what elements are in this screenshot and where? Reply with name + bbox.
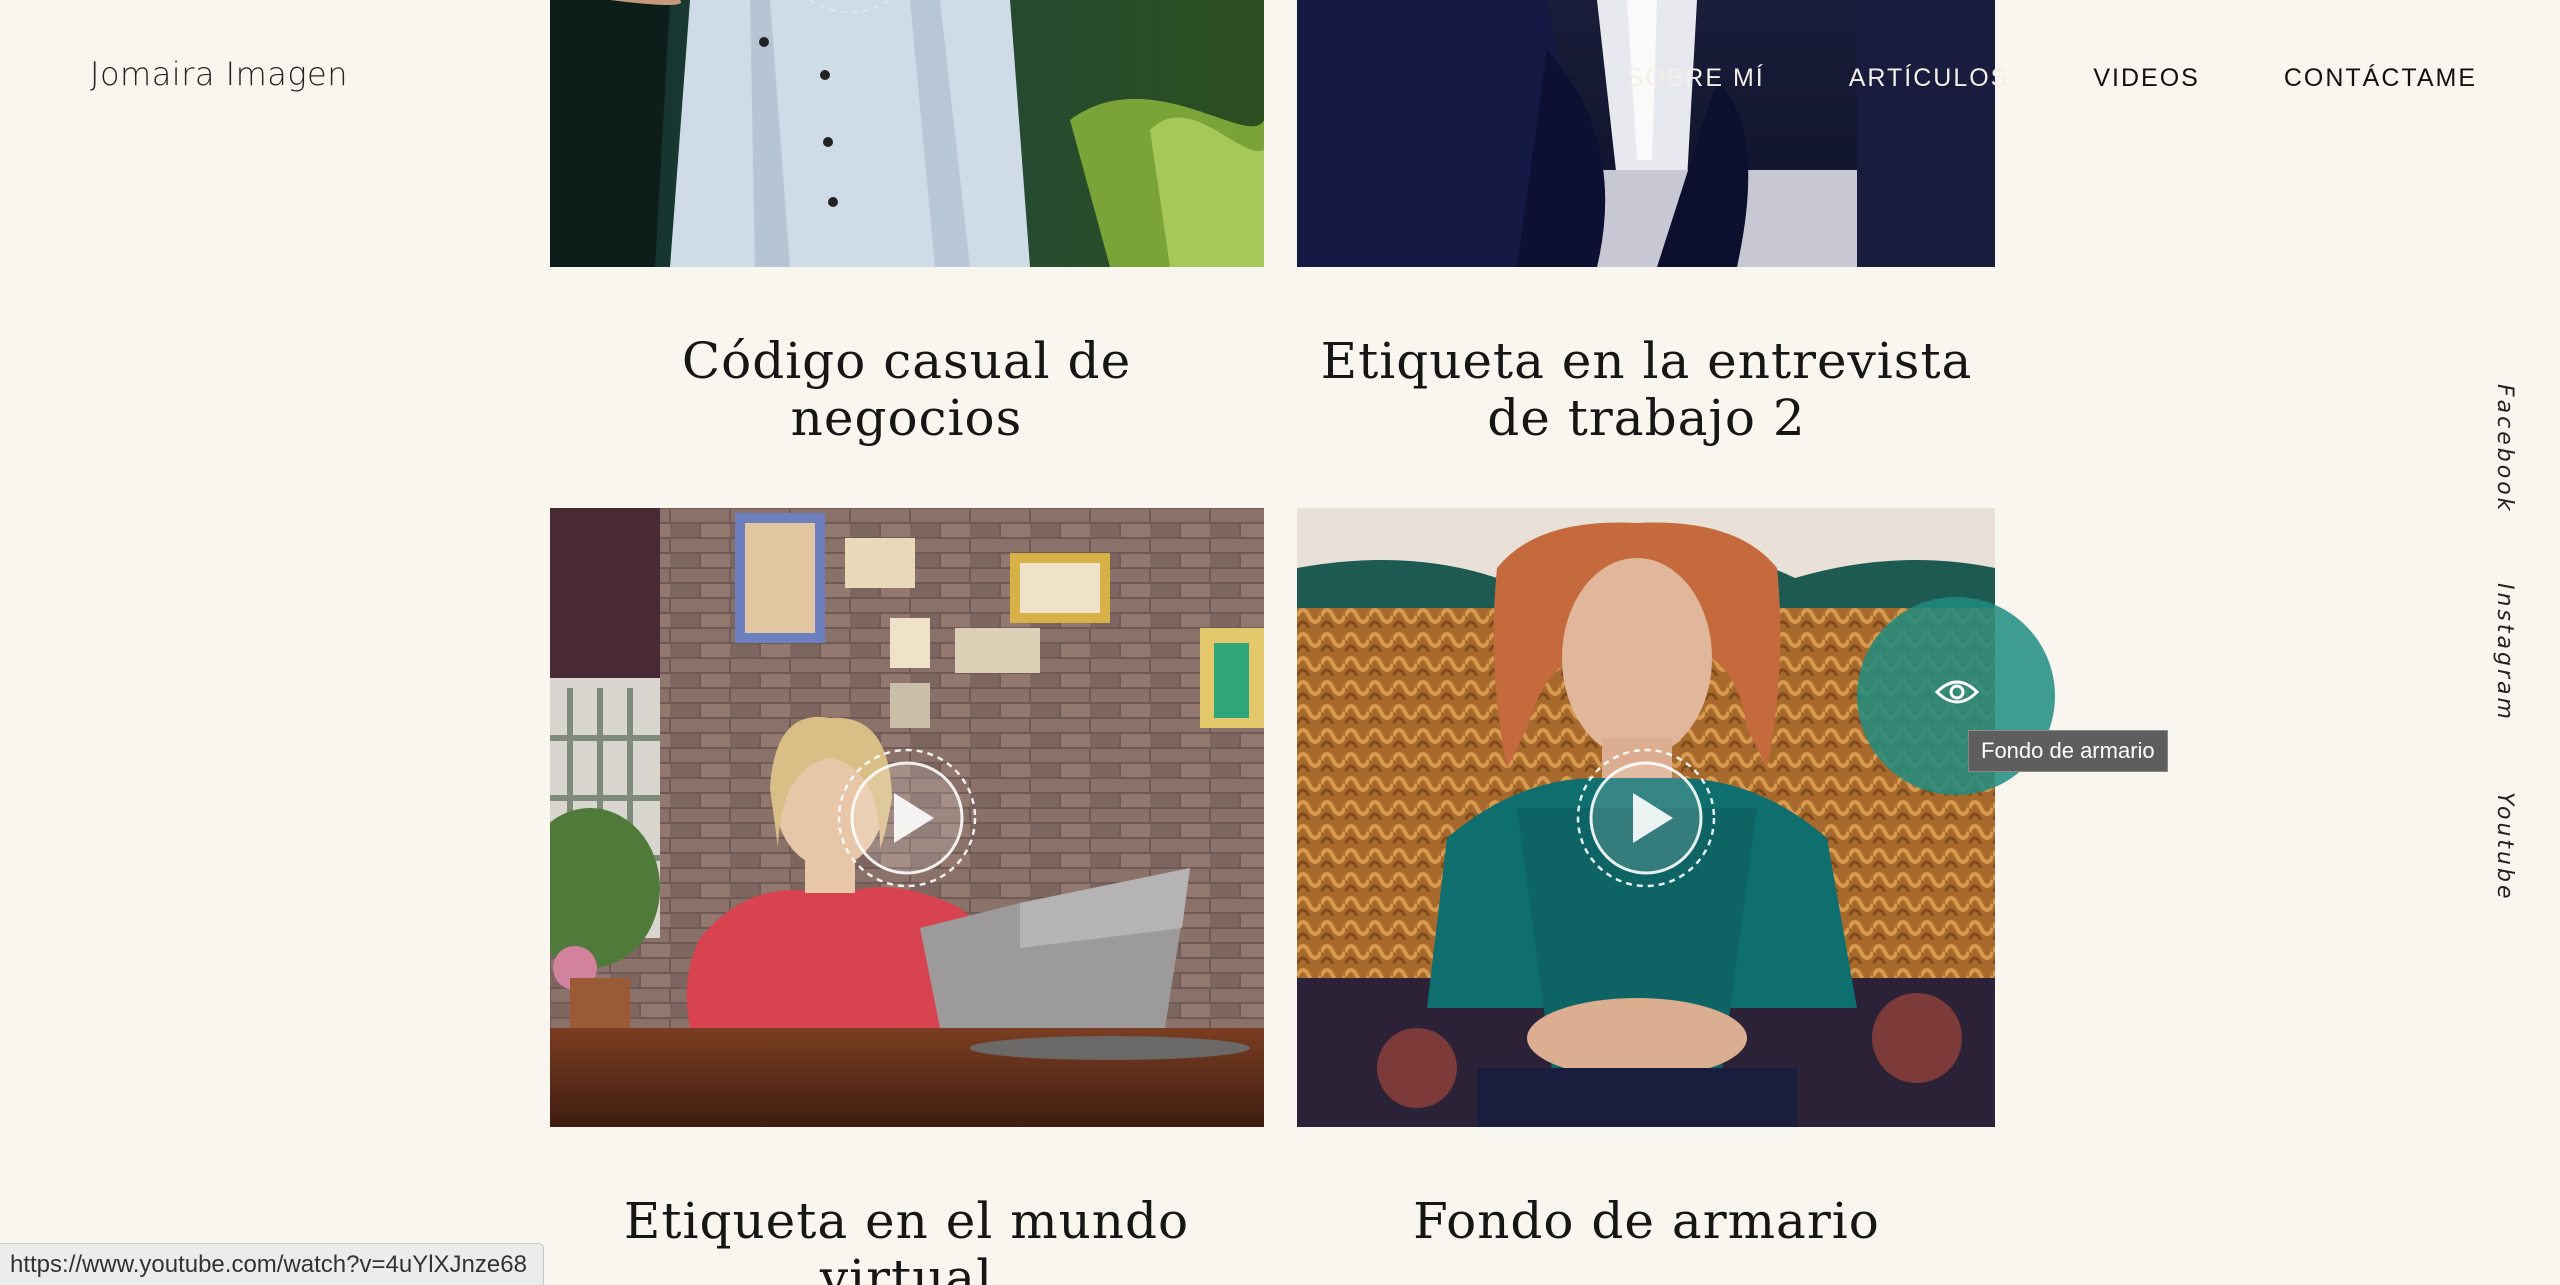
social-link-facebook[interactable]: Facebook [2477, 384, 2517, 513]
video-thumbnail-etiqueta-mundo-virtual[interactable] [550, 508, 1264, 1127]
video-thumbnail-fondo-de-armario[interactable] [1297, 508, 1995, 1127]
video-thumbnail-codigo-casual[interactable] [550, 0, 1264, 267]
title-line: de trabajo 2 [1487, 389, 1806, 447]
social-link-instagram[interactable]: Instagram [2477, 583, 2517, 722]
thumbnail-image [550, 0, 1264, 267]
video-thumbnail-etiqueta-entrevista[interactable] [1297, 0, 1995, 267]
title-line: Etiqueta en el mundo [623, 1192, 1190, 1250]
nav-item-articulos[interactable]: ARTÍCULOS [1849, 64, 2010, 93]
eye-icon [1935, 680, 1979, 704]
play-icon[interactable] [834, 745, 980, 891]
hover-tooltip: Fondo de armario [1968, 730, 2168, 772]
nav-item-sobre-mi[interactable]: SOBRE MÍ [1626, 64, 1764, 93]
title-line: Fondo de armario [1413, 1192, 1880, 1250]
browser-status-url: https://www.youtube.com/watch?v=4uYlXJnz… [0, 1243, 544, 1285]
play-icon[interactable] [1573, 745, 1719, 891]
title-line: negocios [790, 389, 1023, 447]
thumbnail-image [1297, 0, 1995, 267]
title-line: virtual [819, 1249, 994, 1285]
main-nav: SOBRE MÍ ARTÍCULOS VIDEOS CONTÁCTAME [1626, 64, 2477, 93]
title-line: Código casual de [681, 332, 1132, 390]
nav-item-contactame[interactable]: CONTÁCTAME [2284, 64, 2477, 93]
video-title-codigo-casual[interactable]: Código casual de negocios [550, 333, 1263, 447]
video-title-etiqueta-mundo-virtual[interactable]: Etiqueta en el mundo virtual [550, 1193, 1263, 1285]
title-line: Etiqueta en la entrevista [1320, 332, 1973, 390]
video-title-etiqueta-entrevista[interactable]: Etiqueta en la entrevista de trabajo 2 [1290, 333, 2003, 447]
nav-item-videos[interactable]: VIDEOS [2093, 64, 2199, 93]
social-link-youtube[interactable]: Youtube [2477, 792, 2517, 902]
video-title-fondo-de-armario[interactable]: Fondo de armario [1290, 1193, 2003, 1250]
site-logo[interactable]: Jomaira Imagen [90, 55, 348, 93]
